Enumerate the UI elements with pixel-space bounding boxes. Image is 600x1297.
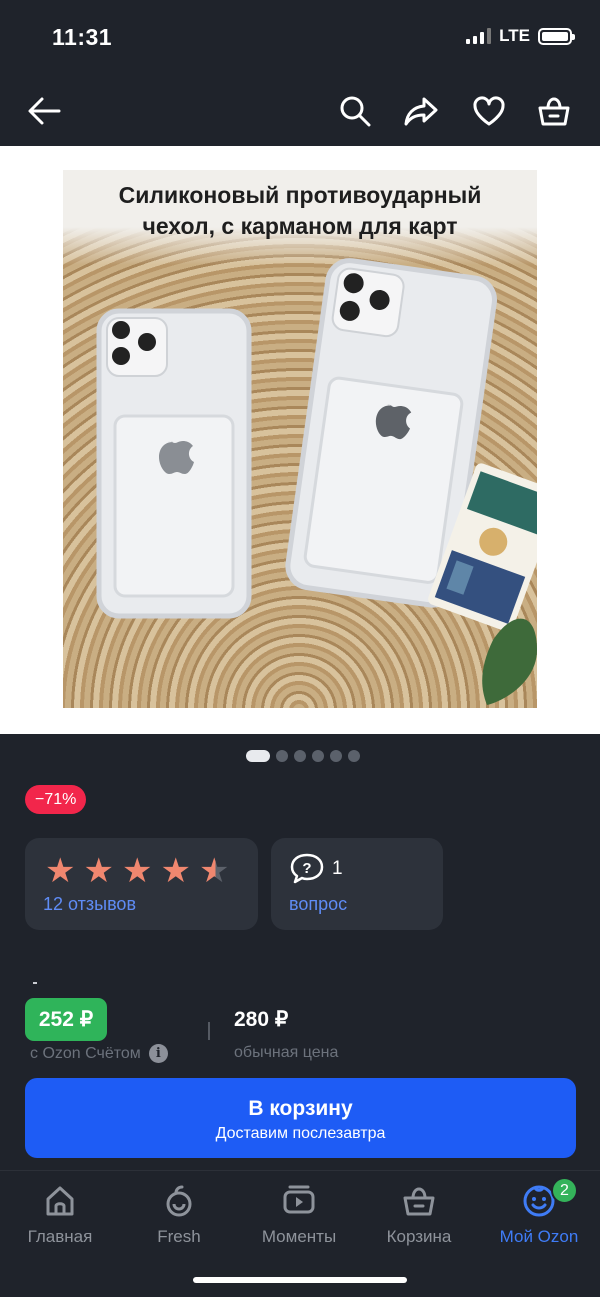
home-indicator[interactable] bbox=[193, 1277, 407, 1283]
gallery-dot[interactable] bbox=[348, 750, 360, 762]
tab-cart-label: Корзина bbox=[386, 1227, 452, 1246]
ozon-account-note: с Ozon Счётом i bbox=[30, 1044, 168, 1063]
search-icon[interactable] bbox=[336, 92, 374, 130]
rating-card[interactable]: ★ ★ ★ ★ ★ 12 отзывов bbox=[25, 838, 258, 930]
status-indicators: LTE bbox=[466, 26, 575, 46]
star-icon: ★ bbox=[83, 852, 114, 890]
question-bubble-icon: ? bbox=[289, 852, 325, 889]
basket-icon bbox=[359, 1181, 479, 1221]
delivery-label: Доставим послезавтра bbox=[215, 1125, 386, 1142]
signal-icon bbox=[466, 28, 492, 44]
product-gallery[interactable]: Силиконовый противоударный чехол, с карм… bbox=[0, 146, 600, 734]
regular-price: 280 ₽ bbox=[234, 1008, 289, 1031]
phone-cases-illustration bbox=[96, 258, 537, 705]
network-type: LTE bbox=[499, 26, 530, 45]
tab-home-label: Главная bbox=[27, 1227, 93, 1246]
rating-stars: ★ ★ ★ ★ ★ bbox=[45, 854, 229, 888]
reviews-link[interactable]: 12 отзывов bbox=[43, 894, 136, 915]
home-icon bbox=[0, 1181, 120, 1221]
ozon-account-label: с Ozon Счётом bbox=[30, 1044, 141, 1062]
product-image[interactable]: Силиконовый противоударный чехол, с карм… bbox=[63, 170, 537, 708]
svg-text:?: ? bbox=[302, 860, 311, 877]
regular-price-label: обычная цена bbox=[234, 1044, 339, 1061]
gallery-dot[interactable] bbox=[294, 750, 306, 762]
top-navigation-bar bbox=[0, 76, 600, 146]
tab-fresh-label: Fresh bbox=[157, 1227, 201, 1246]
fresh-icon bbox=[119, 1181, 239, 1221]
tab-moments[interactable]: Моменты bbox=[239, 1181, 359, 1247]
star-icon: ★ bbox=[160, 852, 191, 890]
tab-my-ozon-label: Мой Ozon bbox=[499, 1227, 579, 1246]
gallery-dot[interactable] bbox=[246, 750, 270, 762]
star-icon: ★ bbox=[45, 852, 76, 890]
ozon-price: 252 ₽ bbox=[25, 998, 107, 1041]
moments-icon bbox=[239, 1181, 359, 1221]
tab-my-ozon[interactable]: 2 Мой Ozon bbox=[479, 1177, 599, 1247]
star-icon: ★ bbox=[121, 852, 153, 890]
tab-fresh[interactable]: Fresh bbox=[119, 1181, 239, 1247]
tab-home[interactable]: Главная bbox=[0, 1181, 120, 1247]
discount-badge: −71% bbox=[25, 785, 87, 814]
basket-icon[interactable] bbox=[535, 92, 573, 130]
info-icon[interactable]: i bbox=[148, 1044, 168, 1063]
questions-link[interactable]: вопрос bbox=[289, 894, 347, 915]
add-to-cart-button[interactable]: В корзину Доставим послезавтра bbox=[25, 1078, 576, 1158]
profile-icon: 2 bbox=[479, 1177, 599, 1221]
questions-card[interactable]: ? 1 вопрос bbox=[271, 838, 443, 930]
tab-moments-label: Моменты bbox=[261, 1227, 337, 1246]
status-time: 11:31 bbox=[52, 24, 113, 50]
share-icon[interactable] bbox=[402, 92, 440, 130]
status-bar: 11:31 LTE bbox=[0, 0, 600, 76]
tab-cart[interactable]: Корзина bbox=[359, 1181, 479, 1247]
notification-badge: 2 bbox=[551, 1177, 578, 1204]
heart-icon[interactable] bbox=[470, 92, 508, 130]
gallery-dot[interactable] bbox=[330, 750, 342, 762]
gallery-dot[interactable] bbox=[312, 750, 324, 762]
gallery-pagination bbox=[246, 750, 360, 762]
gallery-dot[interactable] bbox=[276, 750, 288, 762]
clipped-text-fragment bbox=[33, 982, 37, 984]
half-star-icon: ★ bbox=[198, 852, 230, 890]
add-to-cart-label: В корзину bbox=[248, 1097, 353, 1120]
back-arrow-icon[interactable] bbox=[25, 92, 63, 130]
battery-icon bbox=[538, 27, 575, 45]
questions-count: 1 bbox=[332, 858, 343, 879]
price-divider bbox=[208, 1022, 210, 1040]
